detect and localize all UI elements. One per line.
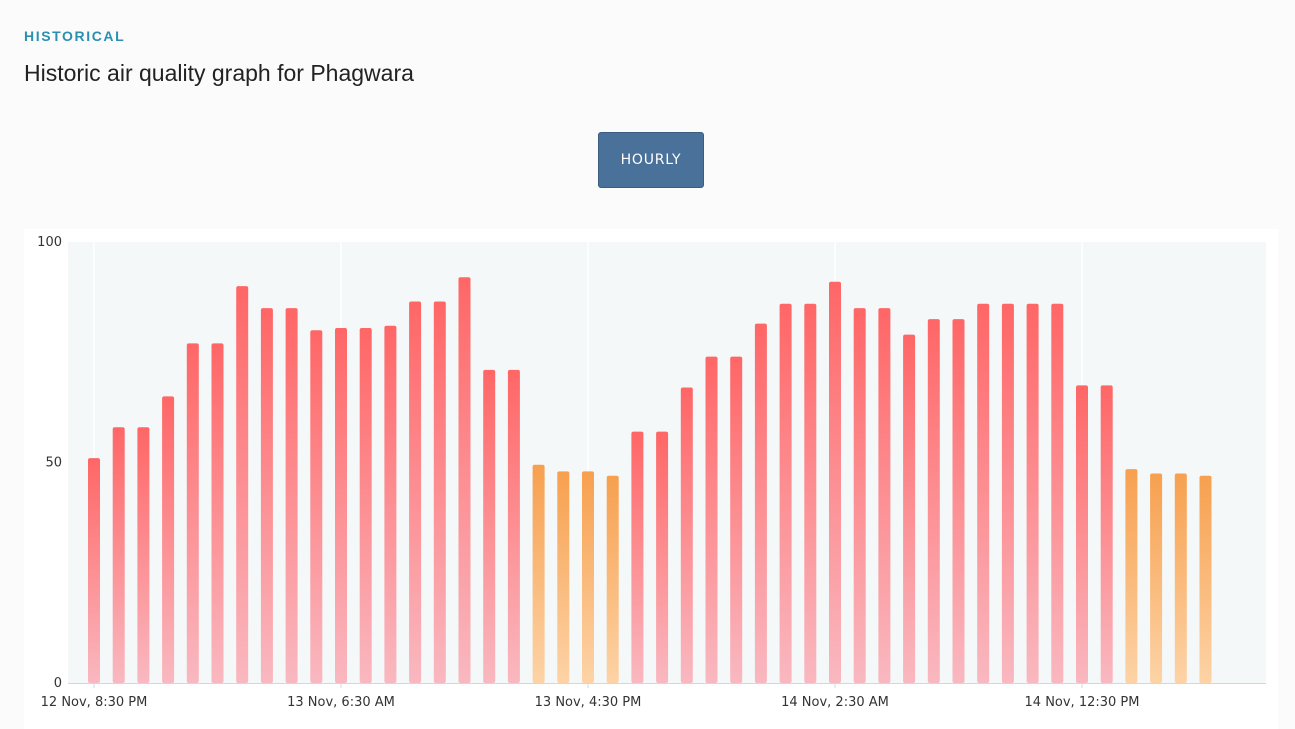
bar — [927, 319, 940, 683]
bar — [705, 356, 718, 683]
bar — [162, 396, 175, 683]
bar — [409, 301, 422, 683]
bar — [335, 327, 347, 683]
bar — [903, 334, 916, 683]
bar — [582, 471, 594, 683]
bar — [507, 369, 520, 683]
bar — [359, 327, 372, 683]
bar — [458, 277, 471, 683]
bar — [1174, 473, 1187, 683]
bar — [137, 427, 150, 683]
bar — [1100, 385, 1113, 683]
section-label: HISTORICAL — [24, 28, 126, 44]
x-tick-label: 13 Nov, 4:30 PM — [535, 695, 642, 710]
bar — [557, 471, 570, 683]
y-tick-label: 0 — [54, 676, 62, 691]
bar — [211, 343, 224, 683]
bar — [260, 308, 273, 683]
bar — [483, 369, 496, 683]
bar — [1199, 475, 1212, 683]
bar — [680, 387, 693, 683]
bar — [779, 303, 792, 683]
aqi-bar-chart: 0 50 100 12 Nov, 8:30 PM 13 Nov, 6:30 AM 13 N… — [37, 235, 1266, 710]
bar — [878, 308, 891, 683]
bar — [977, 303, 990, 683]
bar — [88, 458, 100, 683]
bar — [656, 431, 669, 683]
bar — [754, 323, 767, 683]
bar — [1051, 303, 1064, 683]
bar — [804, 303, 817, 683]
x-tick-label: 12 Nov, 8:30 PM — [41, 695, 148, 710]
bar — [853, 308, 866, 683]
bar — [1001, 303, 1014, 683]
bar — [532, 464, 545, 683]
bar — [1076, 385, 1088, 683]
bar — [186, 343, 199, 683]
chart-card: 0 50 100 12 Nov, 8:30 PM 13 Nov, 6:30 AM 13 N… — [24, 229, 1278, 729]
bar — [631, 431, 644, 683]
bar — [606, 475, 619, 683]
y-tick-label: 100 — [37, 235, 62, 250]
bar — [1125, 469, 1138, 683]
bar — [1150, 473, 1163, 683]
bar — [310, 330, 323, 683]
bar — [829, 281, 841, 683]
hourly-button[interactable]: HOURLY — [598, 132, 704, 188]
bar — [952, 319, 965, 683]
x-tick-label: 14 Nov, 2:30 AM — [781, 695, 889, 710]
y-tick-label: 50 — [45, 456, 62, 471]
bar — [433, 301, 446, 683]
bar — [1026, 303, 1039, 683]
bar — [730, 356, 743, 683]
page-title: Historic air quality graph for Phagwara — [24, 60, 414, 86]
bar — [285, 308, 298, 683]
bar — [236, 286, 249, 683]
x-tick-label: 13 Nov, 6:30 AM — [287, 695, 395, 710]
bar — [112, 427, 125, 683]
bar — [384, 325, 397, 683]
x-tick-label: 14 Nov, 12:30 PM — [1025, 695, 1140, 710]
